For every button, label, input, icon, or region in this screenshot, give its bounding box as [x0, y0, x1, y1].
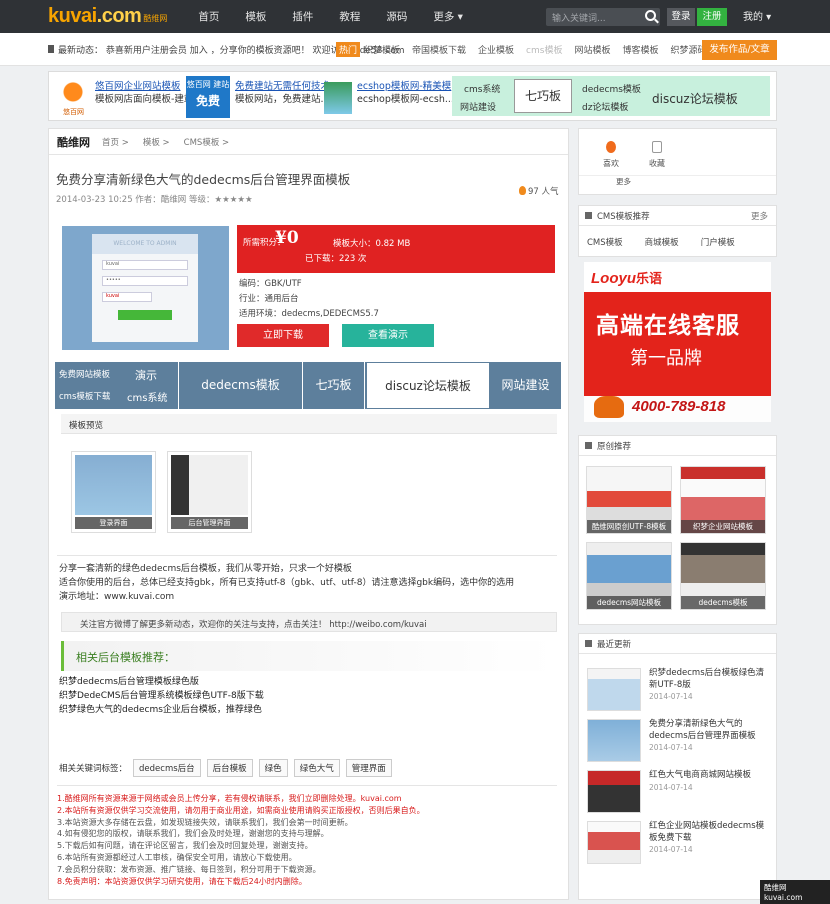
page-title: 免费分享清新绿色大气的dedecms后台管理界面模板: [56, 172, 351, 187]
register-button[interactable]: 注册: [697, 8, 727, 26]
cms-link[interactable]: 门户模板: [701, 236, 735, 248]
cms-link[interactable]: 商城模板: [645, 236, 679, 248]
disclaimer-notes: 1.酷维网所有资源来源于网络或会员上传分享，若有侵权请联系，我们立即删除处理。k…: [57, 793, 425, 887]
latest-updates-box: 最近更新 织梦dedecms后台模板绿色清新UTF-8版 2014-07-14 免…: [578, 633, 777, 900]
keyword-tag[interactable]: 管理界面: [345, 759, 392, 777]
related-list: 织梦dedecms后台管理模板绿色版 织梦DedeCMS后台管理系统模板绿色UT…: [59, 675, 264, 717]
info-environment: 适用环境：dedecms,DEDECMS5.7: [239, 309, 379, 319]
ad-text-2[interactable]: 免费建站无需任何技术 模板网站，免费建站...: [235, 80, 330, 106]
cms-recommend-box: CMS模板推荐 更多 CMS模板 商城模板 门户模板: [578, 205, 777, 257]
guide-thumb[interactable]: 织梦企业网站模板: [680, 466, 766, 534]
nav-source[interactable]: 源码: [373, 9, 420, 24]
related-link[interactable]: 织梦dedecms后台管理模板绿色版: [59, 675, 264, 689]
price-value: ¥0: [275, 228, 299, 248]
hot-tag[interactable]: 织梦模板: [364, 43, 400, 56]
disclaimer-line: 7.会员积分获取：发布资源、推广链接、每日签到，积分可用于下载资源。: [57, 864, 321, 874]
watermark: 酷维网 kuvai.com: [760, 880, 830, 904]
description: 分享一套清新的绿色dedecms后台模板，我们从零开始，只求一个好模板 适合你使…: [59, 564, 515, 604]
keyword-tag[interactable]: 绿色大气: [293, 759, 340, 777]
ad-ecshop-image[interactable]: [324, 82, 352, 114]
ad-green-banner[interactable]: cms系统 网站建设 七巧板 dedecms模板 dz论坛模板 discuz论坛…: [452, 76, 770, 116]
article-meta: 2014-03-23 10:25 作者：酷维网 等级：★★★★★: [56, 195, 253, 205]
template-screenshot[interactable]: WELCOME TO ADMIN kuvai ••••• kuvai: [62, 226, 229, 350]
nav-templates[interactable]: 模板: [232, 9, 279, 24]
breadcrumb: 酷维网 首页 > 模板 > CMS模板 >: [49, 129, 568, 155]
nav-plugins[interactable]: 插件: [279, 9, 326, 24]
download-button[interactable]: 立即下载: [237, 324, 329, 347]
collect-button[interactable]: 收藏: [637, 141, 677, 169]
phone-icon: [594, 396, 624, 418]
nav-more[interactable]: 更多 ▾: [420, 9, 476, 24]
search-input[interactable]: 输入关键词...: [546, 8, 660, 26]
guide-thumb[interactable]: 酷维网原创UTF-8模板: [586, 466, 672, 534]
hot-tag[interactable]: 帝国模板下载: [412, 43, 466, 56]
announcement-bar: 最新动态： 恭喜新用户注册会员 加入 ，分享你的模板资源吧！ 欢迎访问dede5…: [0, 33, 830, 66]
hot-badge: 热门: [336, 42, 361, 57]
keyword-tags: 相关关键词标签： dedecms后台 后台模板 绿色 绿色大气 管理界面: [59, 759, 392, 777]
main-content: 酷维网 首页 > 模板 > CMS模板 > 免费分享清新绿色大气的dedecms…: [48, 128, 569, 900]
keyword-tag[interactable]: 绿色: [258, 759, 288, 777]
preview-thumb-admin[interactable]: 后台管理界面: [167, 451, 252, 533]
view-count: 97 人气: [519, 185, 559, 197]
latest-item[interactable]: 织梦dedecms后台模板绿色清新UTF-8版 2014-07-14: [587, 668, 772, 713]
submit-work-button[interactable]: 发布作品/文章: [702, 40, 777, 60]
ad-row-banner[interactable]: 免费网站模板 cms模板下载 演示 cms系统 dedecms模板 七巧板 di…: [55, 362, 561, 409]
disclaimer-line: 6.本站所有资源都经过人工审核，确保安全可用，请放心下载使用。: [57, 852, 297, 862]
login-button[interactable]: 登录: [667, 8, 695, 26]
ad-banner-strip: 悠百网 悠百网企业网站模板 模板网店面向模板-建站 悠百网 建站 免费 免费建站无需…: [48, 71, 777, 121]
info-industry: 行业：通用后台: [239, 294, 299, 304]
nav-tutorials[interactable]: 教程: [326, 9, 373, 24]
related-heading: 相关后台模板推荐：: [61, 641, 557, 671]
keyword-tag[interactable]: dedecms后台: [133, 759, 201, 777]
hot-tag[interactable]: 网站模板: [574, 43, 610, 56]
info-encoding: 编码：GBK/UTF: [239, 279, 302, 289]
latest-item[interactable]: 免费分享清新绿色大气的dedecms后台管理界面模板 2014-07-14: [587, 719, 772, 764]
speaker-icon: [48, 45, 54, 53]
demo-url-link[interactable]: 演示地址：www.kuvai.com: [59, 590, 514, 604]
hot-tag[interactable]: 企业模板: [478, 43, 514, 56]
disclaimer-line: 5.下载后如有问题，请在评论区留言，我们会及时回复处理，谢谢支持。: [57, 841, 313, 851]
cms-link[interactable]: CMS模板: [587, 236, 623, 248]
original-recommend-box: 原创推荐 酷维网原创UTF-8模板 织梦企业网站模板 dedecms网站模板 d…: [578, 435, 777, 625]
latest-item[interactable]: 红色大气电商商城网站模板 2014-07-14: [587, 770, 772, 815]
demo-button[interactable]: 查看演示: [342, 324, 434, 347]
preview-thumb-login[interactable]: 登录界面: [71, 451, 156, 533]
disclaimer-line: 4.如有侵犯您的版权，请联系我们，我们会及时处理，谢谢您的支持与理解。: [57, 829, 329, 839]
hot-tags: 织梦模板 帝国模板下载 企业模板 cms模板 网站模板 博客模板 织梦源码: [364, 43, 707, 56]
breadcrumb-item[interactable]: CMS模板 >: [184, 136, 230, 148]
top-navbar: kuvai.com 酷维网 首页 模板 插件 教程 源码 更多 ▾ 输入关键词.…: [0, 0, 830, 33]
favorite-box: 喜欢 收藏 更多: [578, 128, 777, 195]
fire-icon: [519, 186, 526, 195]
keyword-tag[interactable]: 后台模板: [206, 759, 253, 777]
latest-item[interactable]: 红色企业网站模板dedecms模板免费下载 2014-07-14: [587, 821, 772, 866]
related-link[interactable]: 织梦绿色大气的dedecms企业后台模板，推荐绿色: [59, 703, 264, 717]
ad-text-1[interactable]: 悠百网企业网站模板 模板网店面向模板-建站: [95, 80, 193, 106]
site-logo[interactable]: kuvai.com 酷维网: [48, 5, 167, 28]
ad-free-site-image[interactable]: 悠百网 建站 免费: [186, 76, 230, 118]
hot-tag[interactable]: 博客模板: [622, 43, 658, 56]
search-icon[interactable]: [645, 10, 656, 21]
main-nav: 首页 模板 插件 教程 源码 更多 ▾: [185, 9, 476, 24]
hot-tag[interactable]: cms模板: [526, 43, 562, 56]
disclaimer-line: 8.免责声明：本站资源仅供学习研究使用，请在下载后24小时内删除。: [57, 876, 307, 886]
ad-text-3[interactable]: ecshop模板网-精美模 ecshop模板网-ecsh...: [357, 80, 454, 106]
guide-thumb[interactable]: dedecms网站模板: [586, 542, 672, 610]
related-link[interactable]: 织梦DedeCMS后台管理系统模板绿色UTF-8版下载: [59, 689, 264, 703]
breadcrumb-item[interactable]: 模板 >: [143, 136, 170, 148]
more-link[interactable]: 更多: [616, 176, 631, 187]
disclaimer-line: 1.酷维网所有资源来源于网络或会员上传分享，若有侵权请联系，我们立即删除处理。k…: [57, 794, 402, 803]
price-box: 所需积分： ¥0 模板大小：0.82 MB 已下载：223 次: [237, 225, 555, 273]
user-menu[interactable]: 我的 ▾: [743, 8, 771, 23]
disclaimer-line: 3.本站资源大多存储在云盘，如发现链接失效，请联系我们，我们会第一时间更新。: [57, 817, 353, 827]
ad-logo-image[interactable]: 悠百网: [55, 76, 91, 118]
looyu-ad-banner[interactable]: Looyu乐语 高端在线客服 第一品牌 4000-789-818: [584, 262, 771, 422]
breadcrumb-item[interactable]: 首页 >: [102, 136, 129, 148]
preview-section-header: 模板预览: [61, 414, 557, 434]
more-link[interactable]: 更多: [751, 210, 768, 222]
guide-thumb[interactable]: dedecms模板: [680, 542, 766, 610]
weibo-notice: 关注官方微博了解更多新动态，欢迎你的关注与支持，点击关注！ http://wei…: [61, 612, 557, 632]
like-button[interactable]: 喜欢: [591, 141, 631, 169]
disclaimer-line: 2.本站所有资源仅供学习交流使用，请勿用于商业用途，如需商业使用请购买正版授权，…: [57, 805, 425, 815]
nav-home[interactable]: 首页: [185, 9, 232, 24]
